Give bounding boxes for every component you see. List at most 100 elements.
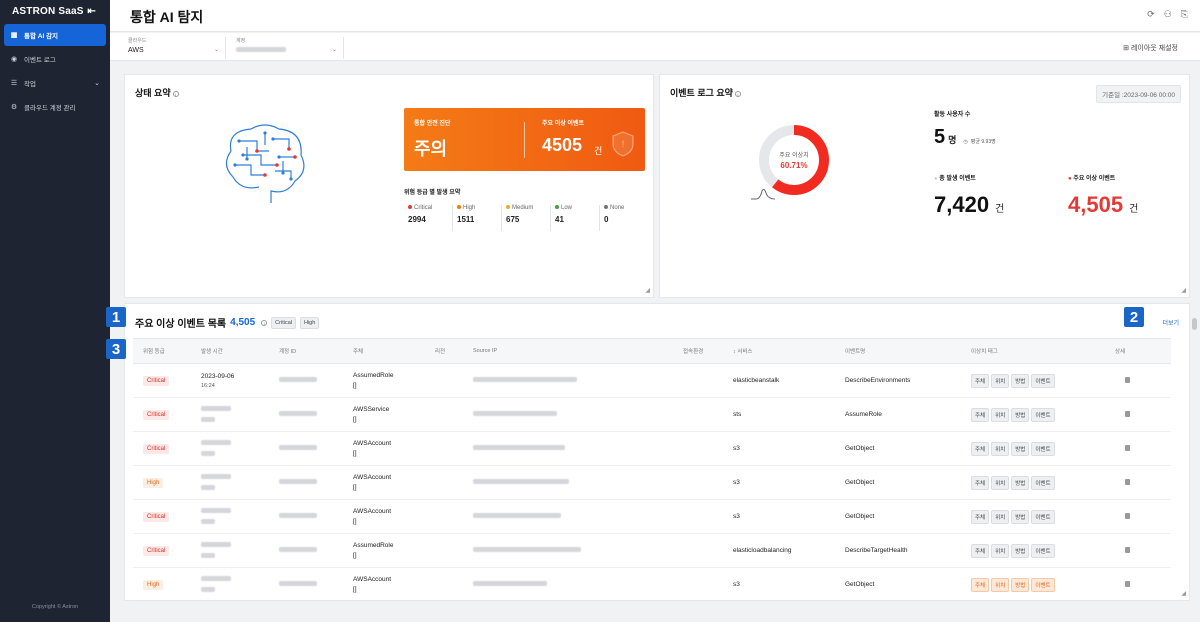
principal-type: AWSAccount bbox=[353, 576, 392, 583]
active-users-label: 활동 사용자 수 bbox=[934, 112, 971, 118]
event-time-blur bbox=[201, 450, 215, 456]
account-id-blur bbox=[279, 411, 317, 416]
cloud-select-value: AWS bbox=[128, 47, 144, 54]
col-service[interactable]: ↕ 서비스 bbox=[729, 347, 841, 355]
event-time-blur bbox=[201, 575, 231, 581]
resize-handle-icon[interactable]: ◢ bbox=[645, 287, 650, 294]
more-link[interactable]: 더보기 bbox=[1162, 318, 1179, 327]
principal-sub: [] bbox=[353, 416, 357, 423]
user-icon[interactable]: ⚇ bbox=[1164, 9, 1172, 20]
donut-value: 60.71% bbox=[780, 161, 808, 170]
table-row[interactable]: High AWSAccount [] s3 GetObject 주체 위치 방법 이벤트 bbox=[133, 466, 1171, 500]
severity-cell: High bbox=[133, 579, 197, 590]
document-icon[interactable] bbox=[1125, 444, 1130, 451]
account-select[interactable]: 계정 ⌄ bbox=[226, 37, 344, 59]
document-icon[interactable] bbox=[1125, 410, 1130, 417]
marker-2: 2 bbox=[1124, 307, 1144, 327]
resize-handle-icon[interactable]: ◢ bbox=[1181, 590, 1186, 597]
account-select-value bbox=[236, 47, 337, 54]
filter-chip-high[interactable]: High bbox=[299, 316, 320, 329]
col-access-env[interactable]: 접속환경 bbox=[679, 347, 729, 355]
anomaly-tag: 위치 bbox=[991, 509, 1010, 524]
info-icon[interactable]: i bbox=[172, 90, 179, 97]
time-cell: 2023-09-06 16:24 bbox=[197, 373, 275, 389]
top-icons: ⟳ ⚇ ⎘ bbox=[1147, 9, 1188, 20]
sidebar-item-event-log[interactable]: ◉ 이벤트 로그 bbox=[4, 48, 106, 70]
col-principal[interactable]: 주체 bbox=[349, 347, 431, 355]
col-severity[interactable]: 위험 등급 bbox=[133, 347, 197, 355]
col-event-name[interactable]: 이벤트명 bbox=[841, 347, 967, 355]
severity-cell: High bbox=[133, 477, 197, 488]
anomaly-tag: 방법 bbox=[1011, 543, 1030, 558]
table-row[interactable]: Critical AWSService [] sts AssumeRole 주체 위치 방법 이… bbox=[133, 398, 1171, 432]
sort-icon[interactable]: ↕ bbox=[733, 349, 736, 355]
marker-1: 1 bbox=[106, 307, 126, 327]
info-icon[interactable]: i bbox=[261, 319, 268, 326]
anomaly-tag: 위치 bbox=[991, 543, 1010, 558]
anomaly-tag: 방법 bbox=[1011, 509, 1030, 524]
collapse-sidebar-icon[interactable]: ⇤ bbox=[87, 6, 96, 17]
svg-text:!: ! bbox=[622, 139, 625, 149]
time-cell bbox=[197, 405, 275, 424]
risk-critical: Critical 2994 bbox=[404, 205, 453, 231]
service-cell: sts bbox=[733, 411, 742, 418]
scrollbar-thumb[interactable] bbox=[1192, 318, 1197, 330]
event-list-count: 4,505 bbox=[230, 317, 256, 328]
event-time-blur bbox=[201, 405, 231, 411]
document-icon[interactable] bbox=[1125, 546, 1130, 553]
principal-cell: AWSAccount [] bbox=[349, 508, 431, 525]
risk-label: Critical bbox=[408, 205, 452, 211]
risk-summary-title: 위험 등급 별 발생 요약 bbox=[404, 190, 461, 196]
event-date: 2023-09-06 bbox=[201, 372, 235, 380]
event-name-cell: AssumeRole bbox=[845, 411, 882, 418]
list-icon: ☰ bbox=[10, 80, 18, 87]
sidebar-item-cloud-accounts[interactable]: ⚙ 클라우드 계정 관리 bbox=[4, 96, 106, 118]
logout-icon[interactable]: ⎘ bbox=[1181, 9, 1188, 20]
risk-value: 41 bbox=[555, 215, 564, 224]
document-icon[interactable] bbox=[1125, 580, 1130, 587]
status-summary-card: 상태 요약 i 통합 안전 진단 주의 주요 이상 이벤트 4505 건 ! 위… bbox=[124, 74, 654, 298]
severity-cell: Critical bbox=[133, 443, 197, 454]
col-region[interactable]: 리전 bbox=[431, 347, 469, 355]
resize-handle-icon[interactable]: ◢ bbox=[1181, 287, 1186, 294]
document-icon[interactable] bbox=[1125, 376, 1130, 383]
major-events-value: 4505 bbox=[542, 135, 583, 155]
table-row[interactable]: Critical AWSAccount [] s3 GetObject 주체 위치 방법 이벤트 bbox=[133, 500, 1171, 534]
severity-badge: Critical bbox=[143, 409, 170, 420]
reset-layout-button[interactable]: ⊞ 레이아웃 재설정 bbox=[1123, 43, 1178, 53]
col-source-ip[interactable]: Source IP bbox=[469, 348, 679, 354]
col-account-id[interactable]: 계정 ID bbox=[275, 347, 349, 355]
document-icon[interactable] bbox=[1125, 478, 1130, 485]
sidebar-item-ai-detection[interactable]: ▦ 통합 AI 감지 bbox=[4, 24, 106, 46]
col-time[interactable]: 발생 시간 bbox=[197, 347, 275, 355]
event-time-blur bbox=[201, 552, 215, 558]
anomaly-tag: 위치 bbox=[991, 373, 1010, 388]
severity-badge: Critical bbox=[143, 375, 170, 386]
anomaly-tags-cell: 주체 위치 방법 이벤트 bbox=[967, 373, 1111, 388]
filter-chip-critical[interactable]: Critical bbox=[271, 316, 296, 329]
page-title: 통합 AI 탐지 bbox=[130, 9, 204, 25]
refresh-icon[interactable]: ⟳ bbox=[1147, 9, 1155, 20]
info-icon[interactable]: i bbox=[734, 90, 741, 97]
cloud-select[interactable]: 클라우드 AWS ⌄ bbox=[118, 37, 226, 59]
severity-badge: Critical bbox=[143, 545, 170, 556]
anomaly-tag: 이벤트 bbox=[1031, 475, 1055, 490]
table-row[interactable]: Critical AssumedRole [] elasticloadbalancin… bbox=[133, 534, 1171, 568]
document-icon[interactable] bbox=[1125, 512, 1130, 519]
risk-label-text: None bbox=[610, 205, 625, 211]
major-events-stat-unit: 건 bbox=[1129, 204, 1139, 215]
col-anomaly-tags[interactable]: 이상치 태그 bbox=[967, 347, 1111, 355]
brand-logo: ASTRON SaaS ⇤ bbox=[0, 0, 110, 22]
source-ip-blur bbox=[473, 479, 569, 484]
principal-sub: [] bbox=[353, 518, 357, 525]
anomaly-tag: 주체 bbox=[971, 543, 990, 558]
principal-type: AWSAccount bbox=[353, 474, 392, 481]
sidebar-item-tasks[interactable]: ☰ 작업 ⌄ bbox=[4, 72, 106, 94]
table-row[interactable]: High AWSAccount [] s3 GetObject 주체 위치 방법 이벤트 bbox=[133, 568, 1171, 602]
col-detail[interactable]: 상세 bbox=[1111, 347, 1151, 355]
table-row[interactable]: Critical 2023-09-06 16:24 AssumedRole [] elas… bbox=[133, 364, 1171, 398]
total-events-line: 7,420 건 bbox=[934, 192, 1004, 218]
table-row[interactable]: Critical AWSAccount [] s3 GetObject 주체 위치 방법 이벤트 bbox=[133, 432, 1171, 466]
anomaly-tags-cell: 주체 위치 방법 이벤트 bbox=[967, 543, 1111, 558]
principal-type: AWSAccount bbox=[353, 440, 392, 447]
